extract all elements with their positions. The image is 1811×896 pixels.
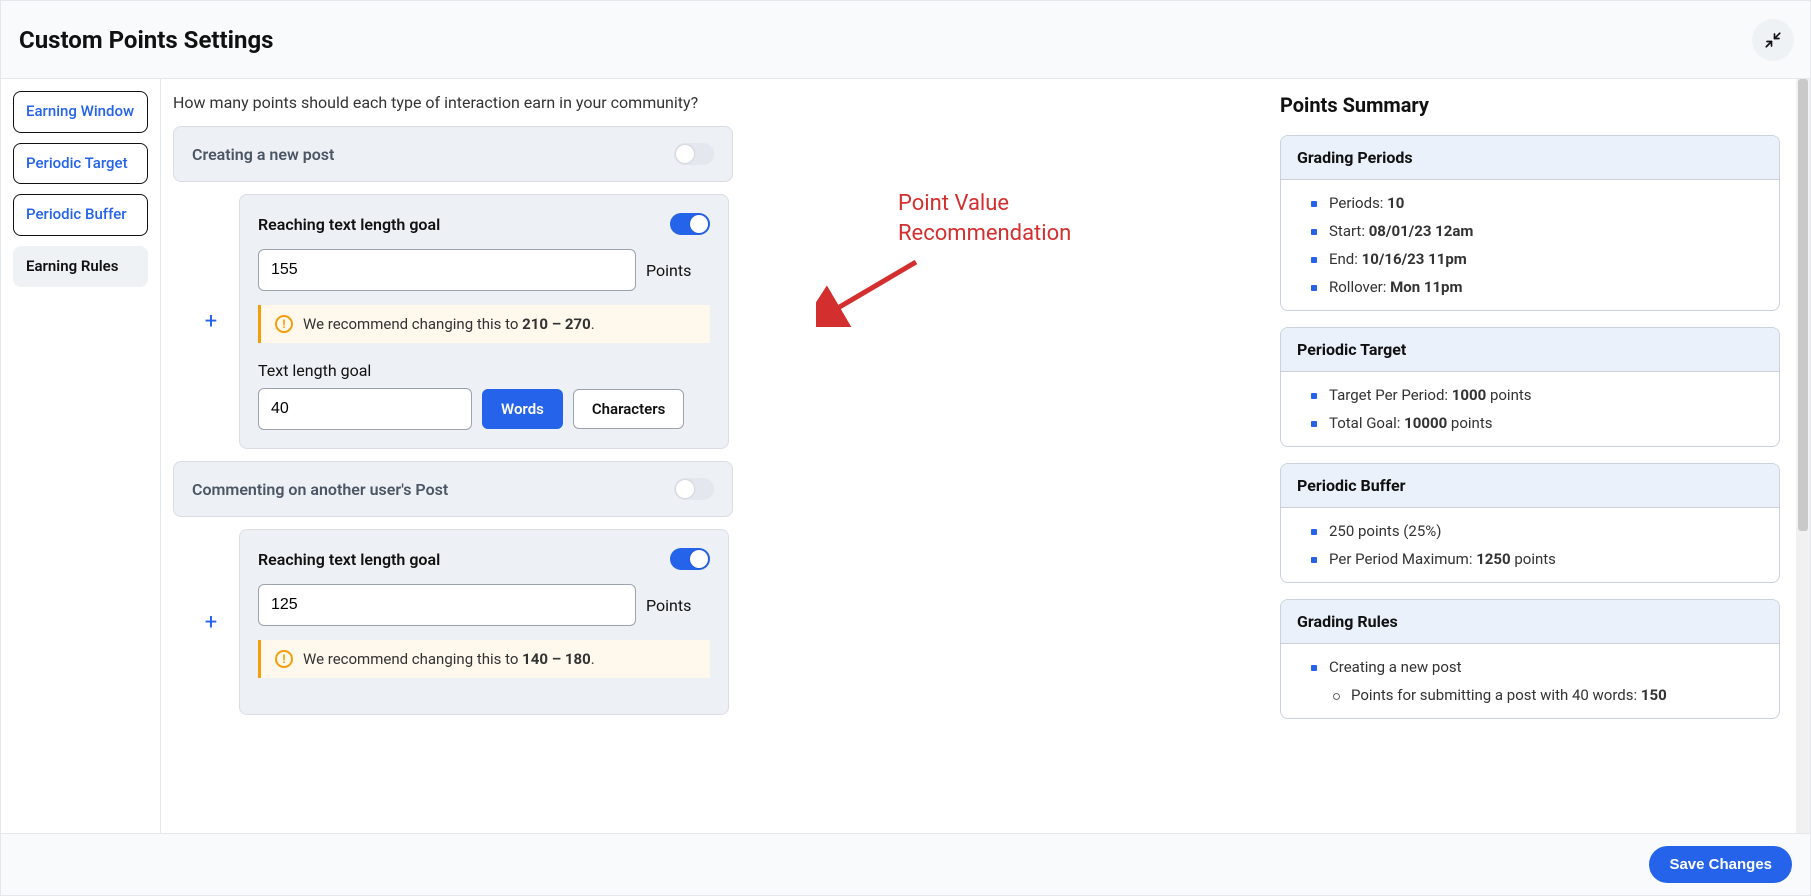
summary-grading-rules: Grading Rules Creating a new post Points… [1280,599,1780,719]
recommend-text: We recommend changing this to [303,650,522,668]
summary-periodic-target: Periodic Target Target Per Period: 1000 … [1280,327,1780,447]
summary-item: 250 points (25%) [1311,522,1763,540]
goal-label: Text length goal [258,361,710,380]
summary-item: Periods: 10 [1311,194,1763,212]
summary-card-title: Periodic Buffer [1281,464,1779,508]
rule-card-creating-post[interactable]: Creating a new post [173,126,733,182]
goal-input[interactable] [258,388,472,430]
save-changes-button[interactable]: Save Changes [1649,846,1792,883]
add-subrule-button[interactable]: + [199,309,223,334]
subrule-toggle[interactable] [670,548,710,570]
rule-toggle-creating-post[interactable] [674,143,714,165]
add-subrule-button[interactable]: + [199,610,223,635]
summary-item: Start: 08/01/23 12am [1311,222,1763,240]
unit-characters-button[interactable]: Characters [573,389,684,429]
info-icon: ! [275,650,293,668]
points-suffix-label: Points [646,596,691,615]
unit-words-button[interactable]: Words [482,389,563,429]
subrule-title: Reaching text length goal [258,215,440,234]
sidebar-item-periodic-buffer[interactable]: Periodic Buffer [13,194,148,236]
page-title: Custom Points Settings [19,26,274,54]
recommendation-banner: ! We recommend changing this to 140 – 18… [258,640,710,678]
summary-item: Rollover: Mon 11pm [1311,278,1763,296]
summary-item: Target Per Period: 1000 points [1311,386,1763,404]
summary-subitem: Points for submitting a post with 40 wor… [1333,686,1763,704]
points-input[interactable] [258,249,636,291]
sidebar-item-periodic-target[interactable]: Periodic Target [13,143,148,185]
summary-item: Creating a new post [1311,658,1763,676]
form-question: How many points should each type of inte… [173,93,1260,112]
scrollbar[interactable] [1796,79,1810,833]
collapse-button[interactable] [1752,19,1794,61]
summary-card-title: Grading Rules [1281,600,1779,644]
summary-item: End: 10/16/23 11pm [1311,250,1763,268]
modal-header: Custom Points Settings [1,1,1810,79]
unit-segment: Words Characters [482,389,684,429]
summary-grading-periods: Grading Periods Periods: 10 Start: 08/01… [1280,135,1780,311]
summary-periodic-buffer: Periodic Buffer 250 points (25%) Per Per… [1280,463,1780,583]
points-summary-pane: Points Summary Grading Periods Periods: … [1260,79,1810,833]
rule-toggle-commenting[interactable] [674,478,714,500]
subrule-title: Reaching text length goal [258,550,440,569]
modal-footer: Save Changes [1,833,1810,895]
subrule-toggle[interactable] [670,213,710,235]
sidebar-item-earning-rules[interactable]: Earning Rules [13,246,148,288]
collapse-icon [1764,31,1782,49]
recommend-range: 140 – 180 [522,650,591,668]
recommendation-banner: ! We recommend changing this to 210 – 27… [258,305,710,343]
recommend-text: We recommend changing this to [303,315,522,333]
points-input[interactable] [258,584,636,626]
points-suffix-label: Points [646,261,691,280]
settings-sidebar: Earning Window Periodic Target Periodic … [1,79,161,833]
summary-card-title: Grading Periods [1281,136,1779,180]
sidebar-item-earning-window[interactable]: Earning Window [13,91,148,133]
summary-card-title: Periodic Target [1281,328,1779,372]
rule-title: Creating a new post [192,145,334,164]
summary-item: Total Goal: 10000 points [1311,414,1763,432]
summary-heading: Points Summary [1280,93,1780,117]
recommend-range: 210 – 270 [522,315,591,333]
rule-card-commenting[interactable]: Commenting on another user's Post [173,461,733,517]
info-icon: ! [275,315,293,333]
earning-rules-form: How many points should each type of inte… [161,79,1260,833]
summary-item: Per Period Maximum: 1250 points [1311,550,1763,568]
rule-title: Commenting on another user's Post [192,480,448,499]
subrule-card-text-length: Reaching text length goal Points ! We re… [239,194,729,449]
subrule-card-text-length-2: Reaching text length goal Points ! We re… [239,529,729,715]
